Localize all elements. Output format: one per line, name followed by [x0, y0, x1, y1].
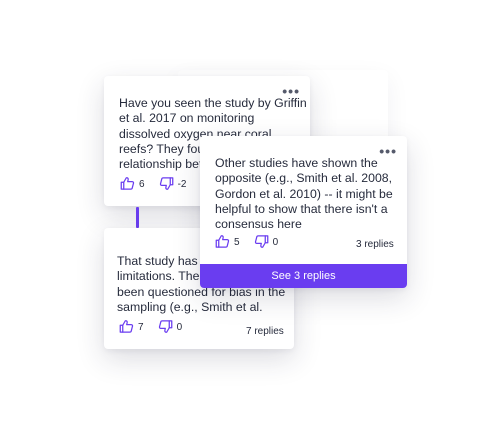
upvote-button[interactable]: 5	[215, 234, 240, 249]
thread-connector-line	[136, 207, 139, 228]
upvote-count: 5	[234, 237, 240, 248]
vote-actions: 5 0	[215, 234, 278, 249]
upvote-button[interactable]: 6	[120, 176, 145, 191]
thumbs-down-icon	[254, 234, 269, 249]
downvote-button[interactable]: -2	[159, 176, 187, 191]
see-replies-button[interactable]: See 3 replies	[200, 264, 407, 288]
vote-actions: 7 0	[119, 319, 182, 334]
comment-thread-stage: ••• Have you seen the study by Griffin e…	[0, 0, 480, 425]
thumbs-up-icon	[119, 319, 134, 334]
replies-link[interactable]: 7 replies	[246, 326, 284, 337]
thumbs-down-icon	[159, 176, 174, 191]
thumbs-up-icon	[120, 176, 135, 191]
comment-text: Other studies have shown the opposite (e…	[215, 156, 393, 232]
downvote-count: 0	[176, 322, 183, 333]
upvote-button[interactable]: 7	[119, 319, 144, 334]
upvote-count: 7	[138, 322, 144, 333]
upvote-count: 6	[139, 179, 145, 190]
vote-actions: 6 -2	[120, 176, 186, 191]
downvote-count: -2	[177, 179, 187, 190]
downvote-button[interactable]: 0	[158, 319, 183, 334]
reply-card: ••• Other studies have shown the opposit…	[200, 136, 407, 288]
replies-link[interactable]: 3 replies	[356, 239, 394, 250]
thumbs-down-icon	[158, 319, 173, 334]
downvote-count: 0	[272, 237, 279, 248]
downvote-button[interactable]: 0	[254, 234, 279, 249]
thumbs-up-icon	[215, 234, 230, 249]
